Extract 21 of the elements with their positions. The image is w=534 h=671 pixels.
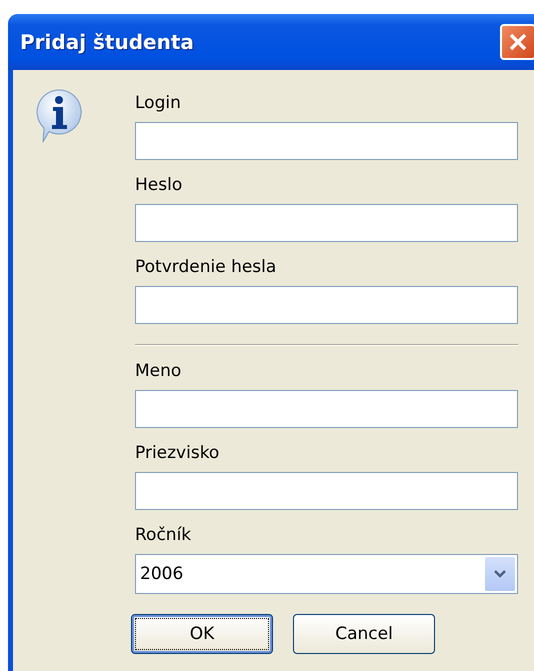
close-icon	[507, 31, 529, 53]
field-label: Ročník	[135, 524, 192, 546]
input-field[interactable]	[135, 122, 518, 160]
chevron-down-icon	[493, 569, 507, 579]
info-icon	[35, 88, 83, 144]
field-label: Login	[135, 92, 182, 114]
window-title: Pridaj študenta	[20, 30, 194, 54]
field-label: Heslo	[135, 174, 184, 196]
field-label: Meno	[135, 360, 182, 382]
field-label: Potvrdenie hesla	[135, 256, 278, 278]
close-button[interactable]	[500, 24, 534, 60]
input-field[interactable]	[135, 390, 518, 428]
input-field[interactable]	[135, 286, 518, 324]
input-field[interactable]	[135, 472, 518, 510]
dropdown-value: 2006	[140, 564, 184, 584]
input-field[interactable]	[135, 204, 518, 242]
year-dropdown[interactable]: 2006	[135, 554, 518, 594]
dropdown-button[interactable]	[485, 557, 515, 591]
field-label: Priezvisko	[135, 442, 220, 464]
cancel-button[interactable]: Cancel	[293, 614, 435, 654]
ok-button[interactable]: OK	[131, 614, 273, 654]
